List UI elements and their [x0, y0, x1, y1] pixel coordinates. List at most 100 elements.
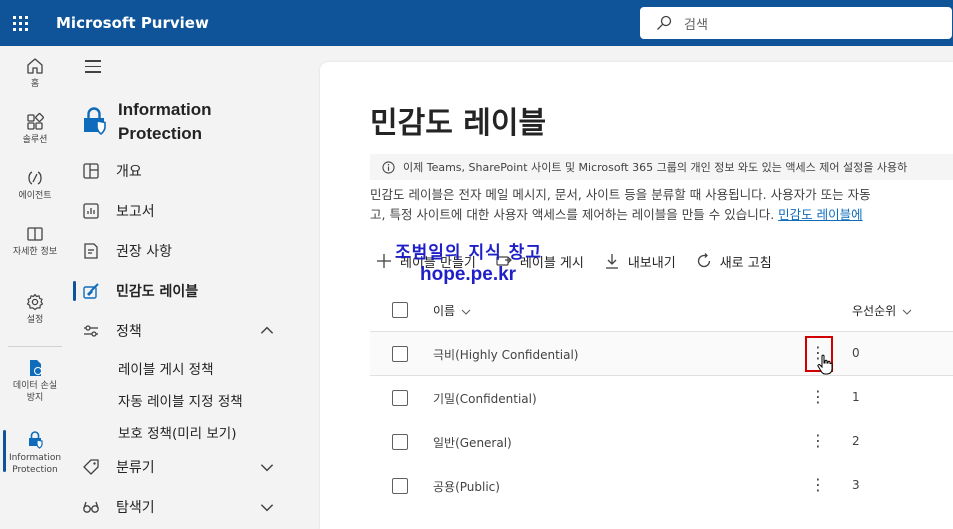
- label-priority: 1: [852, 390, 860, 404]
- app-launcher-button[interactable]: [0, 0, 40, 46]
- label-name[interactable]: 일반(General): [433, 434, 512, 451]
- dlp-icon: [30, 360, 42, 376]
- rail-item-dlp[interactable]: 데이터 손실 방지: [0, 358, 70, 404]
- rail-item-agents[interactable]: 에이전트: [0, 168, 70, 202]
- nav-subitem-auto-labeling-policies[interactable]: 자동 레이블 지정 정책: [118, 390, 243, 410]
- label-name[interactable]: 기밀(Confidential): [433, 390, 537, 407]
- home-icon: [27, 58, 43, 74]
- search-box[interactable]: 검색: [640, 7, 952, 39]
- nav-label-recommendations: 권장 사항: [116, 244, 172, 260]
- solution-title: Information Protection: [118, 100, 212, 143]
- row-checkbox[interactable]: [392, 478, 408, 494]
- nav-item-classifiers[interactable]: 분류기: [82, 454, 292, 480]
- rail-item-home[interactable]: 홈: [0, 56, 70, 90]
- explorer-icon: [83, 501, 99, 513]
- description-line-1: 민감도 레이블은 전자 메일 메시지, 문서, 사이트 등을 분류할 때 사용됩…: [370, 187, 871, 202]
- nav-selected-indicator: [73, 281, 76, 301]
- nav-item-reports[interactable]: 보고서: [82, 198, 292, 224]
- rail-label-settings: 설정: [26, 315, 44, 325]
- more-actions-button[interactable]: ⋮: [810, 430, 826, 452]
- nav-subitem-label-publishing-policies[interactable]: 레이블 게시 정책: [118, 358, 214, 378]
- nav-item-sensitivity-labels[interactable]: 민감도 레이블: [82, 278, 292, 304]
- info-message-bar: 이제 Teams, SharePoint 사이트 및 Microsoft 365…: [370, 154, 953, 180]
- chevron-up-icon[interactable]: [258, 322, 276, 340]
- agent-icon: [28, 171, 42, 185]
- nav-label-sensitivity-labels: 민감도 레이블: [116, 284, 199, 300]
- label-icon: [83, 283, 99, 299]
- chevron-down-icon[interactable]: [258, 498, 276, 516]
- search-icon: [657, 15, 672, 30]
- table-row[interactable]: 공용(Public) ⋮ 3: [370, 464, 953, 508]
- export-button[interactable]: 내보내기: [604, 252, 676, 271]
- info-message-text: 이제 Teams, SharePoint 사이트 및 Microsoft 365…: [403, 161, 908, 174]
- apps-icon: [27, 113, 44, 130]
- left-rail: 홈 솔루션 에이전트 자세한 정보 설정 데이터 손실 방지 Informati…: [0, 46, 70, 529]
- label-name[interactable]: 극비(Highly Confidential): [433, 346, 579, 363]
- info-icon: [382, 160, 395, 174]
- nav-label-reports: 보고서: [116, 204, 155, 220]
- learn-more-link[interactable]: 민감도 레이블에: [778, 207, 862, 222]
- create-label-button[interactable]: 레이블 만들기: [376, 252, 476, 271]
- column-name-label: 이름: [433, 304, 456, 318]
- side-navigation: Information Protection 개요 보고서 권장 사항 민감도 …: [70, 46, 320, 529]
- classifier-icon: [83, 459, 99, 475]
- nav-item-recommendations[interactable]: 권장 사항: [82, 238, 292, 264]
- chevron-down-icon: [902, 309, 912, 315]
- waffle-icon: [12, 15, 28, 31]
- nav-item-overview[interactable]: 개요: [82, 158, 292, 184]
- labels-table: 이름 우선순위 극비(Highly Confidential) ⋮ 0 기밀(C…: [370, 288, 953, 508]
- table-header: 이름 우선순위: [370, 288, 953, 332]
- page-title: 민감도 레이블: [370, 106, 547, 141]
- create-label-text: 레이블 만들기: [400, 255, 476, 271]
- nav-subitem-protection-policies[interactable]: 보호 정책(미리 보기): [118, 422, 236, 442]
- nav-label-explorers: 탐색기: [116, 500, 155, 516]
- rail-item-settings[interactable]: 설정: [0, 292, 70, 326]
- nav-label-policies: 정책: [116, 324, 142, 340]
- description-text: 고, 특정 사이트에 대한 사용자 액세스를 제어하는 레이블을 만들 수 있습…: [370, 207, 779, 222]
- more-actions-button[interactable]: ⋮: [810, 474, 826, 496]
- download-icon: [605, 254, 618, 269]
- refresh-button[interactable]: 새로 고침: [696, 252, 772, 271]
- refresh-text: 새로 고침: [719, 255, 772, 271]
- row-checkbox[interactable]: [392, 346, 408, 362]
- nav-label-classifiers: 분류기: [116, 460, 155, 476]
- nav-item-explorers[interactable]: 탐색기: [82, 494, 292, 520]
- chevron-down-icon[interactable]: [258, 458, 276, 476]
- report-icon: [83, 203, 99, 219]
- rail-item-information-protection[interactable]: Information Protection: [0, 430, 70, 476]
- hand-cursor-icon: [817, 354, 833, 375]
- publish-labels-text: 레이블 게시: [519, 255, 584, 271]
- info-protection-icon: [84, 107, 106, 136]
- collapse-nav-button[interactable]: [85, 60, 101, 77]
- description-line-2: 고, 특정 사이트에 대한 사용자 액세스를 제어하는 레이블을 만들 수 있습…: [370, 205, 953, 225]
- refresh-icon: [697, 253, 710, 268]
- rail-label-solutions: 솔루션: [22, 135, 48, 145]
- table-row[interactable]: 기밀(Confidential) ⋮ 1: [370, 376, 953, 420]
- nav-item-policies[interactable]: 정책: [82, 318, 292, 344]
- book-icon: [27, 227, 43, 241]
- rail-item-solutions[interactable]: 솔루션: [0, 112, 70, 146]
- overview-icon: [83, 163, 99, 179]
- search-placeholder: 검색: [684, 17, 708, 33]
- table-row[interactable]: 일반(General) ⋮ 2: [370, 420, 953, 464]
- chevron-down-icon: [461, 309, 471, 315]
- row-checkbox[interactable]: [392, 434, 408, 450]
- label-name[interactable]: 공용(Public): [433, 478, 500, 495]
- publish-labels-button[interactable]: 레이블 게시: [496, 252, 584, 271]
- label-priority: 0: [852, 346, 860, 360]
- select-all-checkbox[interactable]: [392, 302, 408, 318]
- page-description: 민감도 레이블은 전자 메일 메시지, 문서, 사이트 등을 분류할 때 사용됩…: [370, 185, 953, 225]
- nav-label-overview: 개요: [116, 164, 142, 180]
- rail-item-learn[interactable]: 자세한 정보: [0, 224, 70, 258]
- row-checkbox[interactable]: [392, 390, 408, 406]
- command-bar: 레이블 만들기 레이블 게시 내보내기 새로 고침: [376, 248, 792, 274]
- column-header-priority[interactable]: 우선순위: [852, 302, 912, 319]
- gear-icon: [26, 293, 44, 311]
- app-title[interactable]: Microsoft Purview: [56, 14, 209, 32]
- info-protection-icon: [29, 431, 43, 449]
- rail-label-agents: 에이전트: [18, 191, 52, 201]
- column-header-name[interactable]: 이름: [433, 302, 471, 319]
- table-row[interactable]: 극비(Highly Confidential) ⋮ 0: [370, 332, 953, 376]
- rail-divider: [8, 346, 62, 347]
- more-actions-button[interactable]: ⋮: [810, 386, 826, 408]
